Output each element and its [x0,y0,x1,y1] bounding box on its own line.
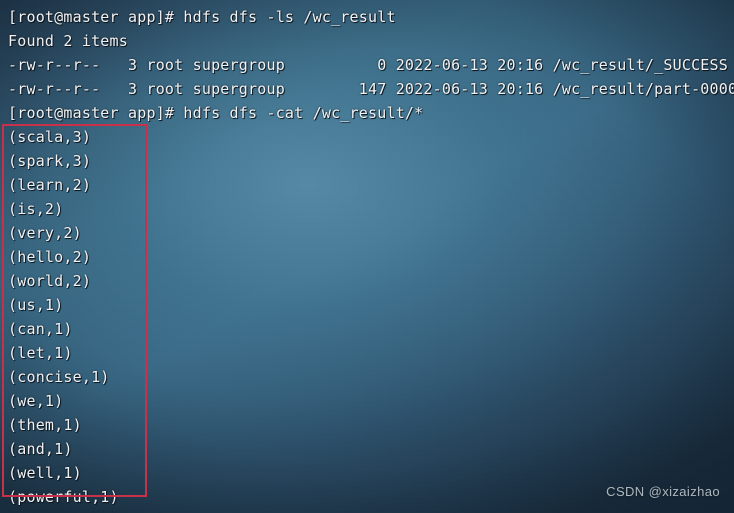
terminal-line-prompt-trailing: [root@master app]# [8,509,734,513]
terminal-line-out-them: (them,1) [8,416,82,434]
terminal-line-found-items: Found 2 items [8,32,128,50]
terminal-line-out-we: (we,1) [8,392,64,410]
terminal-line-out-concise: (concise,1) [8,368,110,386]
terminal-line-out-hello: (hello,2) [8,248,92,266]
terminal-line-out-let: (let,1) [8,344,73,362]
terminal-line-out-scala: (scala,3) [8,128,92,146]
terminal-line-cmd-cat: [root@master app]# hdfs dfs -cat /wc_res… [8,104,424,122]
terminal-screen: [root@master app]# hdfs dfs -ls /wc_resu… [0,0,734,513]
terminal-line-ls-entry-2: -rw-r--r-- 3 root supergroup 147 2022-06… [8,80,734,98]
terminal-line-ls-entry-1: -rw-r--r-- 3 root supergroup 0 2022-06-1… [8,56,728,74]
terminal-line-out-learn: (learn,2) [8,176,92,194]
terminal-line-out-spark: (spark,3) [8,152,92,170]
terminal-line-out-and: (and,1) [8,440,73,458]
terminal-line-out-us: (us,1) [8,296,64,314]
terminal-line-out-can: (can,1) [8,320,73,338]
terminal-line-cmd-ls: [root@master app]# hdfs dfs -ls /wc_resu… [8,8,396,26]
watermark-label: CSDN @xizaizhao [606,484,720,499]
terminal-line-out-well: (well,1) [8,464,82,482]
terminal-line-out-very: (very,2) [8,224,82,242]
terminal-output[interactable]: [root@master app]# hdfs dfs -ls /wc_resu… [0,0,734,513]
terminal-line-out-is: (is,2) [8,200,64,218]
terminal-line-out-world: (world,2) [8,272,92,290]
